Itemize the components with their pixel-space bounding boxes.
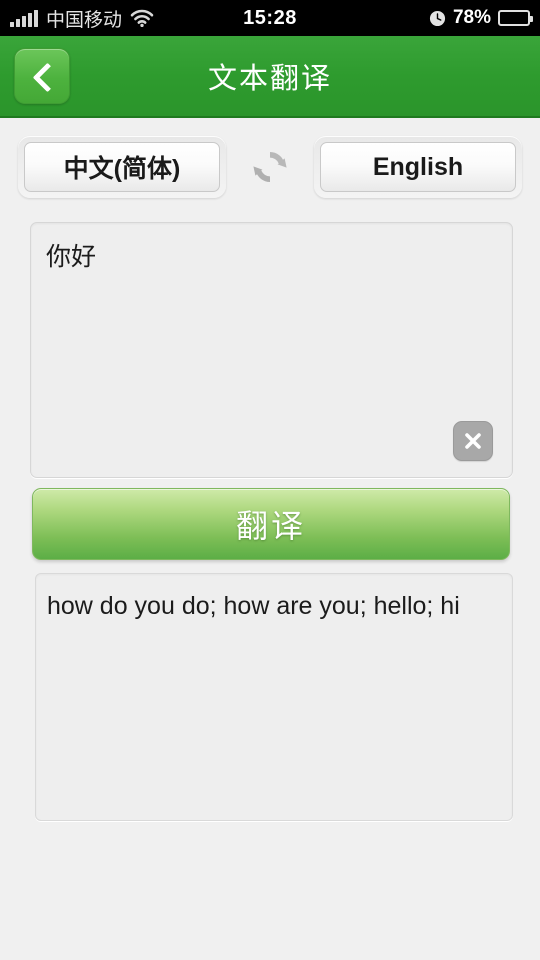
chevron-left-icon xyxy=(34,62,50,90)
source-language-label: 中文(简体) xyxy=(24,142,220,192)
target-language-button[interactable]: English xyxy=(314,136,522,198)
back-button[interactable] xyxy=(14,48,70,104)
wifi-icon xyxy=(130,9,154,27)
status-bar: 中国移动 15:28 78% xyxy=(0,0,540,36)
language-selector-row: 中文(简体) English xyxy=(0,134,540,200)
translate-button-label: 翻译 xyxy=(235,508,306,544)
translate-button[interactable]: 翻译 xyxy=(32,488,510,560)
source-language-button[interactable]: 中文(简体) xyxy=(18,136,226,198)
battery-icon xyxy=(498,10,533,26)
source-text-input[interactable]: 你好 xyxy=(30,222,513,478)
clear-input-button[interactable] xyxy=(453,421,493,461)
carrier-label: 中国移动 xyxy=(46,9,123,31)
translation-result-area[interactable]: how do you do; how are you; hello; hi xyxy=(35,573,513,821)
signal-bars-icon xyxy=(10,9,38,27)
app-header: 文本翻译 xyxy=(0,36,540,118)
battery-percent-label: 78% xyxy=(452,7,491,28)
status-bar-right: 78% xyxy=(429,7,533,29)
close-x-icon xyxy=(462,430,484,452)
swap-languages-button[interactable] xyxy=(226,145,314,189)
clock-icon xyxy=(429,10,446,27)
target-language-label: English xyxy=(320,142,516,192)
page-title: 文本翻译 xyxy=(207,63,332,95)
source-text-value: 你好 xyxy=(46,243,97,271)
translation-result-text: how do you do; how are you; hello; hi xyxy=(47,592,460,620)
status-bar-left: 中国移动 xyxy=(10,5,154,32)
swap-arrows-icon xyxy=(248,145,292,189)
